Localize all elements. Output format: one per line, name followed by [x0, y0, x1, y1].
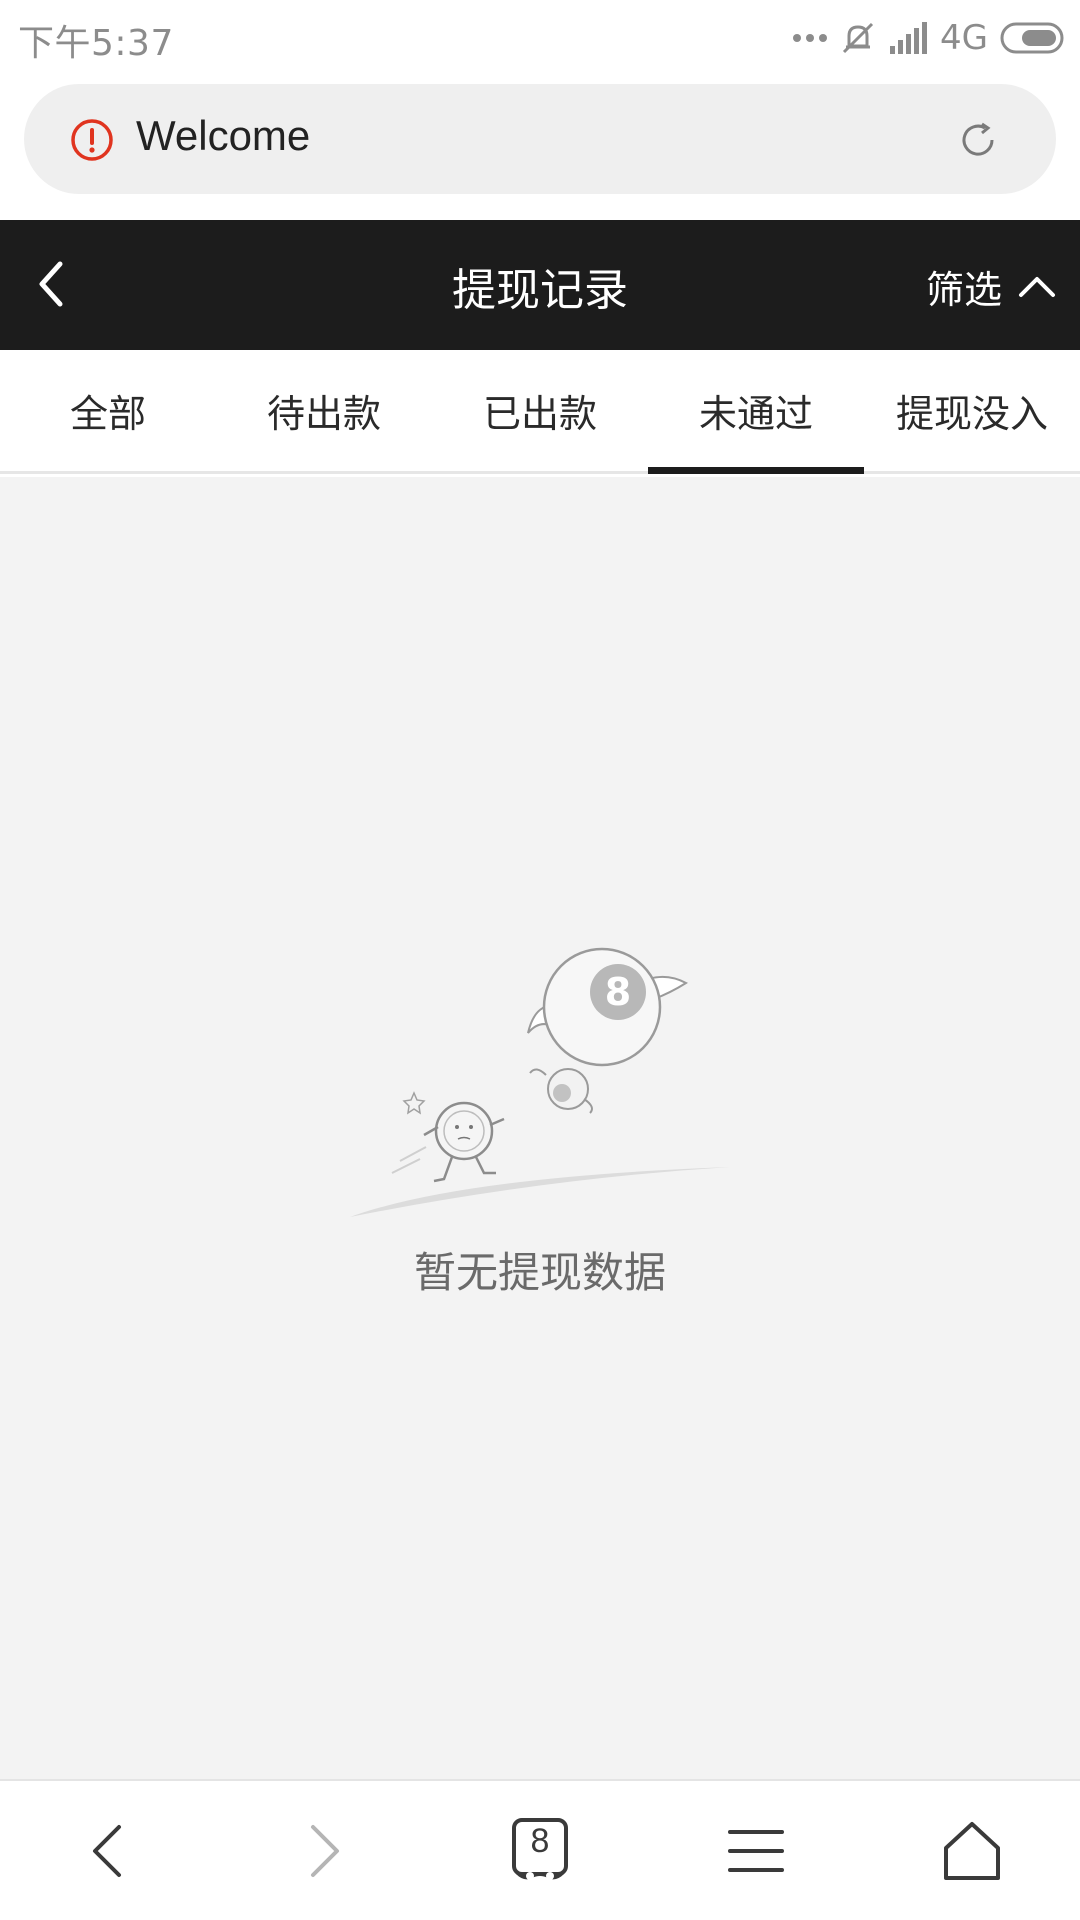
menu-icon — [728, 1829, 784, 1872]
tab-all[interactable]: 全部 — [0, 350, 216, 471]
empty-state-message: 暂无提现数据 — [413, 1248, 666, 1297]
header-title: 提现记录 — [452, 265, 628, 316]
flying-8-ball: 8 — [527, 947, 688, 1067]
filter-label: 筛选 — [925, 267, 1002, 312]
battery-icon — [1000, 22, 1064, 54]
filter-button[interactable]: 筛选 — [926, 256, 1056, 316]
flying-6-ball — [529, 1068, 593, 1114]
network-type: 4G — [940, 18, 988, 58]
chevron-up-icon — [1019, 277, 1055, 297]
nav-tabs-button[interactable]: 8 — [432, 1781, 648, 1920]
empty-state-illustration: 8 — [350, 947, 730, 1217]
warning-circle-icon[interactable] — [70, 118, 114, 162]
nav-home-button[interactable] — [864, 1781, 1080, 1920]
nav-menu-button[interactable] — [648, 1781, 864, 1920]
browser-address-area: Welcome — [0, 76, 1080, 220]
nav-forward-button[interactable] — [216, 1781, 432, 1920]
tab-pending-payout[interactable]: 待出款 — [216, 350, 432, 471]
running-coin — [391, 1091, 505, 1183]
tab-rejected[interactable]: 未通过 — [648, 350, 864, 474]
browser-bottom-nav: 8 — [0, 1779, 1080, 1920]
tab-paid-out[interactable]: 已出款 — [432, 350, 648, 471]
signal-icon — [890, 22, 928, 54]
app-header: 提现记录 筛选 — [0, 220, 1080, 350]
back-icon — [93, 1824, 121, 1877]
page-title: Welcome — [136, 112, 311, 159]
reload-icon[interactable] — [956, 118, 1000, 162]
more-dots-icon — [793, 34, 828, 42]
home-icon — [944, 1821, 1000, 1880]
status-icons: 4G — [792, 14, 1066, 62]
records-content: 8 暂无提现数据 — [0, 477, 1080, 1779]
forward-icon — [311, 1824, 339, 1877]
svg-text:8: 8 — [605, 970, 631, 1014]
tab-count: 8 — [530, 1821, 550, 1860]
nav-back-button[interactable] — [0, 1781, 216, 1920]
tab-withdrawal-missing[interactable]: 提现没入 — [864, 350, 1080, 471]
address-bar[interactable]: Welcome — [24, 84, 1056, 194]
tabs-icon: 8 — [510, 1816, 570, 1886]
status-bar: 下午5:37 4G — [0, 0, 1080, 76]
status-tabs: 全部 待出款 已出款 未通过 提现没入 — [0, 350, 1080, 474]
status-time: 下午5:37 — [18, 23, 174, 64]
mute-bell-icon — [842, 22, 874, 54]
